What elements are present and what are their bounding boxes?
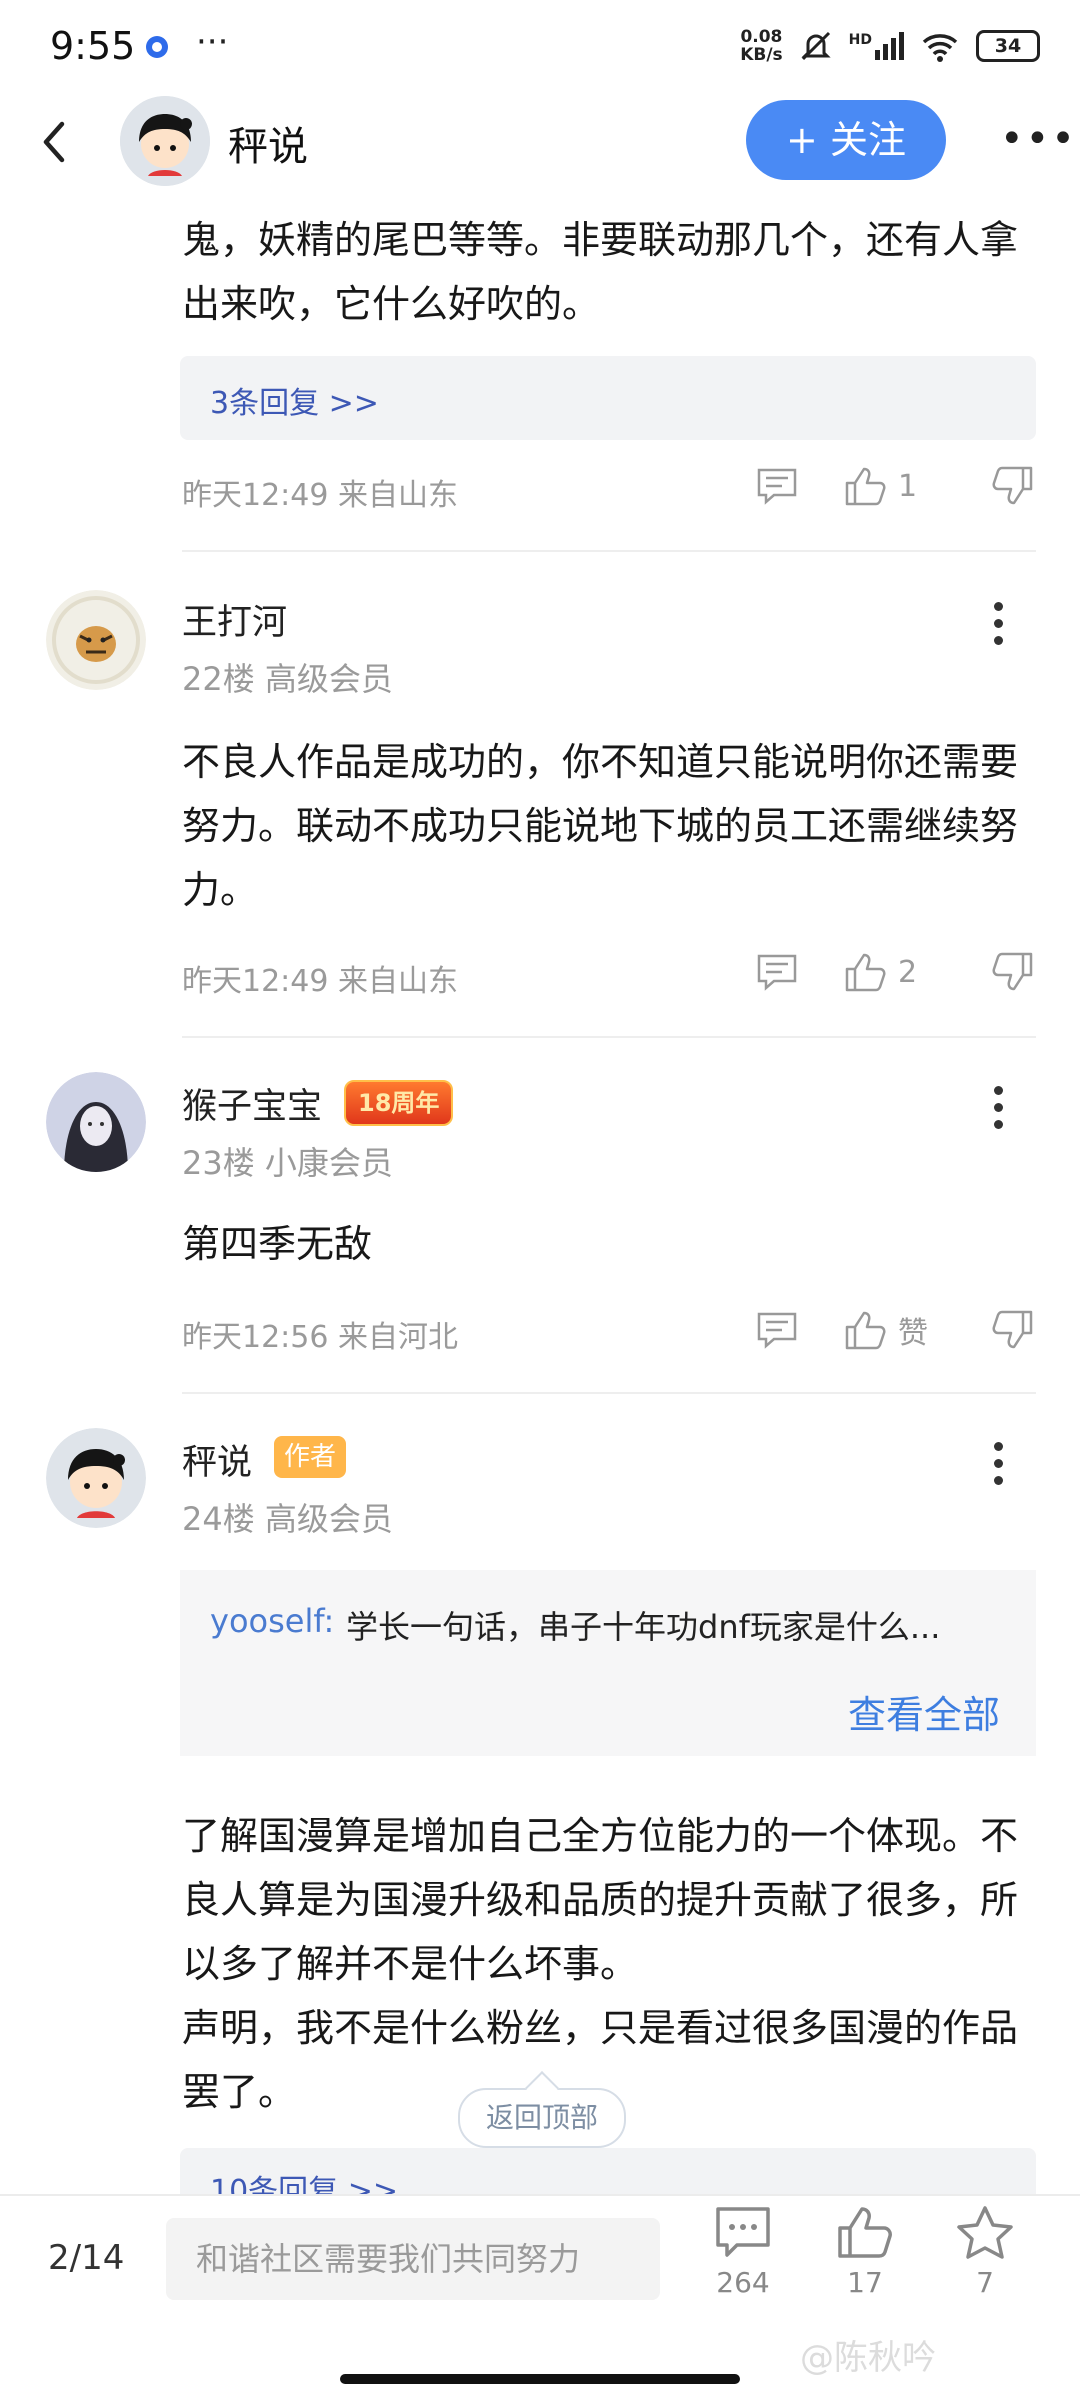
wifi-icon — [922, 34, 958, 62]
reply-icon[interactable] — [756, 952, 798, 992]
watermark: @陈秋吟 — [800, 2338, 936, 2378]
divider — [182, 1036, 1036, 1038]
home-indicator[interactable] — [340, 2374, 740, 2384]
clock: 9:55 — [50, 24, 136, 68]
comment-text: 了解国漫算是增加自己全方位能力的一个体现。不良人算是为国漫升级和品质的提升贡献了… — [182, 1814, 1019, 2114]
comment-more-icon[interactable] — [990, 1442, 1006, 1493]
thumbs-up-icon — [838, 2207, 892, 2258]
comments-button[interactable]: 264 — [698, 2204, 788, 2299]
comment-floor: 23楼 小康会员 — [182, 1144, 393, 1182]
network-speed: 0.08 KB/s — [740, 27, 783, 65]
like-button[interactable]: 赞 — [844, 1308, 952, 1352]
thumbs-up-icon — [845, 1311, 886, 1350]
more-notifications-icon: ··· — [196, 22, 229, 62]
comment-text: 第四季无敌 — [182, 1222, 373, 1266]
favorite-button[interactable]: 7 — [940, 2204, 1030, 2299]
status-bar: 9:55 ··· 0.08 KB/s HD 34 — [0, 0, 1080, 92]
author-badge: 作者 — [274, 1436, 347, 1478]
anniversary-badge: 18周年 — [344, 1080, 454, 1126]
back-to-top-button[interactable]: 返回顶部 — [458, 2088, 626, 2148]
comment-actions: 赞 — [756, 1308, 1034, 1352]
divider — [182, 550, 1036, 552]
reply-icon[interactable] — [756, 1310, 798, 1350]
comment-meta: 昨天12:49 来自山东 — [182, 964, 458, 999]
divider — [182, 1392, 1036, 1394]
header-avatar[interactable] — [120, 96, 210, 186]
comment-meta: 昨天12:49 来自山东 — [182, 478, 458, 513]
like-post-button[interactable]: 17 — [820, 2204, 910, 2299]
comment-actions: 2 — [756, 952, 1034, 992]
comment-username[interactable]: 王打河 — [182, 594, 287, 645]
comment-username[interactable]: 猴子宝宝 — [182, 1078, 322, 1129]
comment-username[interactable]: 秤说 — [182, 1434, 252, 1485]
thumbs-up-icon — [845, 953, 886, 992]
app-notification-icon — [146, 36, 168, 58]
comment-actions: 1 — [756, 466, 1034, 506]
battery-indicator: 34 — [976, 30, 1040, 62]
comment-input[interactable]: 和谐社区需要我们共同努力 — [166, 2218, 660, 2300]
replies-link[interactable]: 3条回复 >> — [210, 378, 379, 422]
star-icon — [957, 2206, 1013, 2259]
comment-bubble-icon — [716, 2207, 770, 2257]
thumbs-down-icon[interactable] — [992, 952, 1034, 992]
more-options-icon[interactable]: ••• — [1000, 116, 1077, 162]
reply-icon[interactable] — [756, 466, 798, 506]
comment-more-icon[interactable] — [990, 602, 1006, 653]
view-all-link[interactable]: 查看全部 — [848, 1684, 1000, 1739]
avatar[interactable] — [46, 1428, 146, 1528]
thumbs-down-icon[interactable] — [992, 1310, 1034, 1350]
avatar[interactable] — [46, 1072, 146, 1172]
quoted-username[interactable]: yooself: — [210, 1602, 334, 1640]
header-username[interactable]: 秤说 — [228, 114, 308, 172]
back-arrow-icon[interactable] — [36, 118, 72, 166]
comment-more-icon[interactable] — [990, 1086, 1006, 1137]
comment-meta: 昨天12:56 来自河北 — [182, 1320, 458, 1355]
avatar[interactable] — [46, 590, 146, 690]
signal-icon: HD — [849, 32, 904, 60]
status-icons: 0.08 KB/s HD 34 — [740, 28, 1040, 64]
comment-text: 不良人作品是成功的，你不知道只能说明你还需要努力。联动不成功只能说地下城的员工还… — [182, 740, 1019, 912]
mute-bell-icon — [801, 31, 831, 61]
thumbs-down-icon[interactable] — [992, 466, 1034, 506]
quoted-text: 学长一句话，串子十年功dnf玩家是什么... — [346, 1608, 941, 1646]
comment-floor: 24楼 高级会员 — [182, 1500, 393, 1538]
comment-floor: 22楼 高级会员 — [182, 660, 393, 698]
thumbs-up-icon — [845, 467, 886, 506]
like-button[interactable]: 1 — [844, 466, 952, 506]
comment-text: 鬼，妖精的尾巴等等。非要联动那几个，还有人拿出来吹，它什么好吹的。 — [182, 218, 1019, 326]
replies-box[interactable]: 3条回复 >> — [180, 356, 1036, 440]
follow-button[interactable]: + 关注 — [746, 100, 946, 180]
like-button[interactable]: 2 — [844, 952, 952, 992]
page-indicator[interactable]: 2/14 — [48, 2238, 124, 2278]
